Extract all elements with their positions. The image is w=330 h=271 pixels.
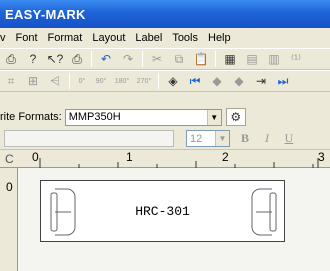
app-window: EASY-MARK v Font Format Layout Label Too… <box>0 0 330 271</box>
cut-icon[interactable]: ✂ <box>148 50 166 68</box>
menu-layout[interactable]: Layout <box>87 32 130 44</box>
underline-button[interactable]: U <box>280 130 298 148</box>
grid-icon[interactable]: ⌗ <box>2 72 20 90</box>
menu-font[interactable]: Font <box>11 32 43 44</box>
rotate-0-icon[interactable]: 0° <box>75 72 89 90</box>
paste-icon[interactable]: 📋 <box>192 50 210 68</box>
horizontal-ruler: C 0 1 2 3 <box>0 150 330 168</box>
redo-icon[interactable]: ↷ <box>119 50 137 68</box>
context-help-icon[interactable]: ↖? <box>46 50 64 68</box>
help-icon[interactable]: ? <box>24 50 42 68</box>
chevron-down-icon[interactable]: ▼ <box>215 131 229 146</box>
font-name-box[interactable] <box>4 130 174 147</box>
font-toolbar: 12 ▼ B I U <box>0 128 330 150</box>
label-preview[interactable]: HRC-301 <box>40 180 285 242</box>
write-formats-select[interactable]: MMP350H ▼ <box>64 108 222 126</box>
menu-tools[interactable]: Tools <box>167 32 203 44</box>
toolbar-separator <box>91 51 92 67</box>
menu-item-partial[interactable]: v <box>0 32 11 44</box>
rotate-180-icon[interactable]: 180° <box>113 72 131 90</box>
menu-help[interactable]: Help <box>203 32 236 44</box>
rotate-90-icon[interactable]: 90° <box>93 72 109 90</box>
numbering-icon[interactable]: ⁽¹⁾ <box>287 50 305 68</box>
ruler-mark-1: 1 <box>126 150 133 164</box>
vruler-mark-0: 0 <box>6 180 13 194</box>
first-record-icon[interactable]: ⏮ <box>186 72 204 90</box>
title-bar: EASY-MARK <box>0 0 330 28</box>
format-settings-icon[interactable]: ⚙ <box>225 108 246 126</box>
app-title: EASY-MARK <box>5 6 86 22</box>
toolbar-separator <box>158 73 159 89</box>
ruler-mark-0: 0 <box>32 150 39 164</box>
insert-icon[interactable]: ▦ <box>221 50 239 68</box>
ruler-ticks <box>39 158 319 168</box>
label-text[interactable]: HRC-301 <box>41 181 284 241</box>
ruler-corner: C <box>5 152 14 166</box>
ruler-mark-2: 2 <box>222 150 229 164</box>
menu-label[interactable]: Label <box>130 32 167 44</box>
main-toolbar: ⎙ ? ↖? ⎙ ↶ ↷ ✂ ⧉ 📋 ▦ ▤ ▥ ⁽¹⁾ <box>0 48 330 70</box>
pages-icon[interactable]: ▥ <box>265 50 283 68</box>
bold-button[interactable]: B <box>236 130 254 148</box>
print-icon[interactable]: ⎙ <box>2 50 20 68</box>
goto-record-icon[interactable]: ⇥ <box>252 72 270 90</box>
print-preview-icon[interactable]: ⎙ <box>68 50 86 68</box>
next-record-icon[interactable]: ◆ <box>230 72 248 90</box>
font-size-value: 12 <box>190 132 203 145</box>
alignment-toolbar: ⌗ ⊞ ⩤ 0° 90° 180° 270° ◈ ⏮ ◆ ◆ ⇥ ⏭ <box>0 70 330 92</box>
write-formats-label: rite Formats: <box>0 111 62 123</box>
write-formats-row: rite Formats: MMP350H ▼ ⚙ <box>0 106 330 128</box>
menu-format[interactable]: Format <box>43 32 88 44</box>
write-formats-value: MMP350H <box>68 111 121 123</box>
table-icon[interactable]: ⊞ <box>24 72 42 90</box>
vertical-ruler: 0 <box>0 168 18 271</box>
ruler-mark-3: 3 <box>318 150 325 164</box>
menu-bar: v Font Format Layout Label Tools Help <box>0 28 330 48</box>
last-record-icon[interactable]: ⏭ <box>274 72 292 90</box>
page-icon[interactable]: ▤ <box>243 50 261 68</box>
toolbar-separator <box>69 73 70 89</box>
italic-button[interactable]: I <box>258 130 276 148</box>
align-icon[interactable]: ⩤ <box>46 72 64 90</box>
font-size-select[interactable]: 12 ▼ <box>186 130 230 147</box>
copy-icon[interactable]: ⧉ <box>170 50 188 68</box>
fill-icon[interactable]: ◈ <box>164 72 182 90</box>
toolbar-separator <box>215 51 216 67</box>
toolbar-separator <box>142 51 143 67</box>
undo-icon[interactable]: ↶ <box>97 50 115 68</box>
chevron-down-icon[interactable]: ▼ <box>206 109 221 125</box>
rotate-270-icon[interactable]: 270° <box>135 72 153 90</box>
prev-record-icon[interactable]: ◆ <box>208 72 226 90</box>
